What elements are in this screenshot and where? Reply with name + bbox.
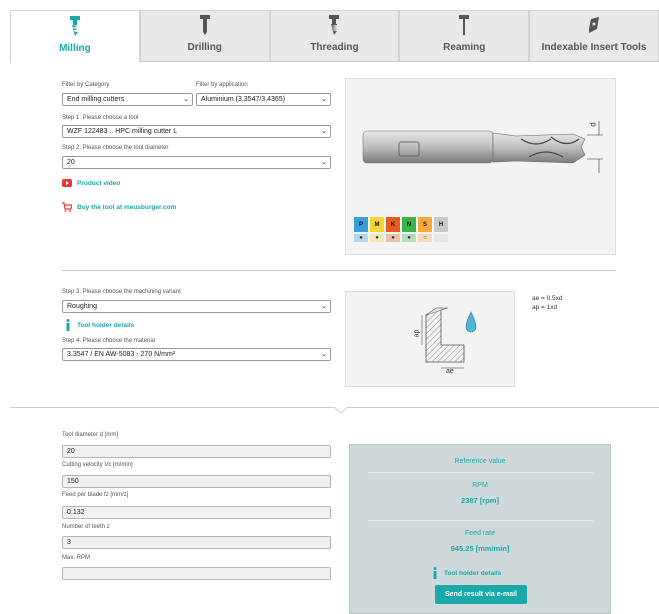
tap-icon	[329, 15, 340, 35]
param-label: Number of teeth z	[62, 524, 110, 530]
ap-dimension-label: ap	[413, 329, 421, 338]
chevron-down-icon: ⌄	[321, 96, 327, 103]
tab-label: Drilling	[187, 42, 222, 53]
reamer-icon	[459, 15, 470, 35]
tab-reaming[interactable]: Reaming	[399, 10, 530, 61]
cart-icon	[62, 202, 72, 212]
param-label: Tool diameter d [mm]	[62, 432, 119, 438]
tool-image-panel: d P M K N S H ● ● ● ● ○	[345, 78, 616, 255]
ae-dimension-label: ae	[446, 368, 454, 375]
chevron-down-icon: ⌄	[321, 128, 327, 135]
result-panel: Reference value RPM 2387 [rpm] Feed rate…	[349, 444, 611, 614]
tab-label: Reaming	[443, 42, 486, 53]
step2-label: Step 2: Please choose the tool diameter	[62, 145, 169, 151]
product-video-link[interactable]: Product video	[62, 179, 120, 187]
milling-cutter-icon	[69, 16, 80, 36]
machining-variant-image-panel: ap ae	[345, 291, 515, 387]
insert-icon	[589, 17, 600, 33]
material-p: P	[354, 217, 368, 232]
tab-threading[interactable]: Threading	[269, 10, 400, 61]
result-divider	[368, 472, 593, 473]
chevron-down-icon: ⌄	[183, 96, 189, 103]
reference-value-title: Reference value	[454, 458, 506, 465]
material-s-mark: ○	[418, 234, 432, 242]
material-n-mark: ●	[402, 234, 416, 242]
material-m: M	[370, 217, 384, 232]
feed-rate-label: Feed rate	[465, 530, 495, 537]
tab-label: Threading	[310, 42, 359, 53]
cutting-velocity-input[interactable]: 150	[62, 475, 331, 488]
tab-drilling[interactable]: Drilling	[139, 10, 270, 61]
section-divider	[62, 270, 616, 271]
category-filter-label: Filter by Category	[62, 82, 110, 88]
tool-select[interactable]: WZF 122483 .. HPC milling cutter L ⌄	[62, 125, 331, 138]
diameter-dimension-label: d	[588, 122, 598, 127]
tab-label: Indexable Insert Tools	[541, 42, 647, 53]
rpm-label: RPM	[472, 482, 488, 489]
material-k: K	[386, 217, 400, 232]
param-label: Max. RPM	[62, 555, 91, 561]
diameter-select[interactable]: 20 ⌄	[62, 156, 331, 169]
result-divider	[368, 520, 593, 521]
material-h-mark	[434, 234, 448, 242]
info-icon	[433, 567, 437, 579]
application-filter-label: Filter by application	[196, 82, 248, 88]
application-select[interactable]: Aluminium (3.3547/3.4365) ⌄	[196, 93, 331, 106]
machining-variant-select[interactable]: Roughing ⌄	[62, 300, 331, 313]
step1-label: Step 1: Please choose a tool	[62, 115, 139, 121]
chevron-down-icon: ⌄	[321, 351, 327, 358]
buy-tool-link[interactable]: Buy the tool at meusburger.com	[62, 202, 176, 212]
rpm-value: 2387 [rpm]	[461, 496, 499, 505]
material-p-mark: ●	[354, 234, 368, 242]
param-label: Feed per blade fz [mm/z]	[62, 492, 129, 498]
tab-indexable-insert-tools[interactable]: Indexable Insert Tools	[529, 10, 659, 61]
end-mill-drawing	[362, 121, 603, 173]
result-tool-holder-link[interactable]: Tool holder details	[433, 567, 501, 579]
max-rpm-input[interactable]	[62, 567, 331, 580]
category-select[interactable]: End milling cutters ⌄	[62, 93, 193, 106]
feed-per-blade-input[interactable]: 0.132	[62, 506, 331, 519]
material-n: N	[402, 217, 416, 232]
number-of-teeth-input[interactable]: 3	[62, 536, 331, 549]
material-m-mark: ●	[370, 234, 384, 242]
tab-label: Milling	[59, 43, 91, 54]
chevron-down-icon: ⌄	[321, 303, 327, 310]
material-select[interactable]: 3.3547 / EN AW-5083 - 270 N/mm² ⌄	[62, 348, 331, 361]
video-play-icon	[62, 179, 72, 187]
send-result-email-button[interactable]: Send result via e-mail	[435, 585, 527, 604]
material-h: H	[434, 217, 448, 232]
ap-note: ap = 1xd	[532, 304, 558, 311]
param-label: Cutting velocity Vc [m/min]	[62, 462, 133, 468]
tool-holder-details-link[interactable]: Tool holder details	[66, 319, 134, 331]
tool-diameter-input[interactable]: 20	[62, 445, 331, 458]
divider-notch-icon	[334, 406, 348, 414]
tab-milling[interactable]: Milling	[10, 10, 140, 63]
chevron-down-icon: ⌄	[321, 159, 327, 166]
material-k-mark: ●	[386, 234, 400, 242]
step3-label: Step 3: Please choose the machining vari…	[62, 289, 181, 295]
drill-icon	[199, 15, 210, 35]
tool-type-tabs: Milling Drilling Threading Reaming Index…	[10, 10, 659, 63]
feed-rate-value: 945.25 [mm/min]	[450, 544, 510, 553]
info-icon	[66, 319, 70, 331]
material-s: S	[418, 217, 432, 232]
ae-note: ae = 0.5xd	[532, 295, 563, 302]
step4-label: Step 4: Please choose the material	[62, 338, 156, 344]
